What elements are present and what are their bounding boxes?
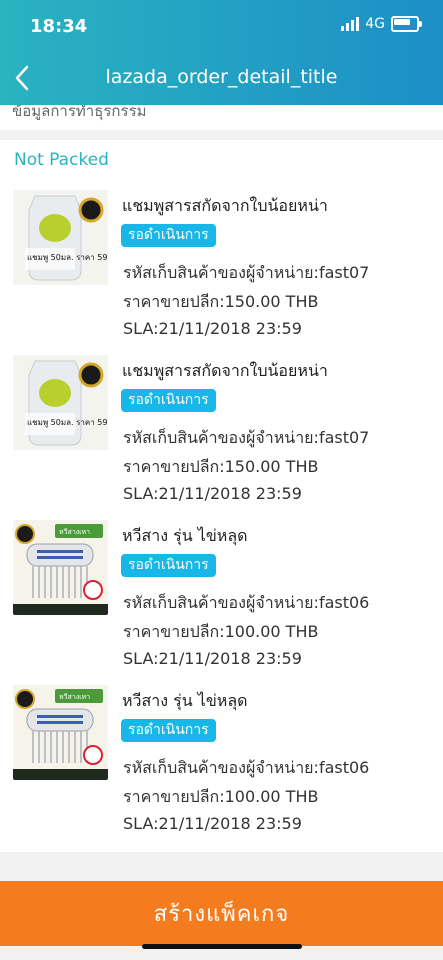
item-title: หวีสาง รุ่น ไข่หลุด — [122, 526, 248, 545]
item-title: แชมพูสารสกัดจากใบน้อยหน่า — [122, 361, 328, 380]
seller-sku: รหัสเก็บสินค้าของผู้จำหน่าย:fast06 — [123, 593, 370, 612]
status-badge: รอดำเนินการ — [121, 554, 216, 577]
status-badge: รอดำเนินการ — [121, 389, 216, 412]
order-item[interactable]: แชมพู 50มล. ราคา 59.- แชมพูสารสกัดจากใบน… — [0, 355, 443, 520]
sla-date: SLA:21/11/2018 23:59 — [123, 484, 302, 503]
transaction-info-label: ข้อมูลการทำธุรกรรม — [12, 105, 147, 120]
product-thumbnail: หวีสางเหา — [13, 520, 108, 615]
order-item[interactable]: หวีสางเหา หวีสาง รุ่น ไข่หลุด รอดำเนินกา… — [0, 520, 443, 685]
seller-sku: รหัสเก็บสินค้าของผู้จำหน่าย:fast07 — [123, 263, 370, 282]
svg-text:แชมพู 50มล. ราคา 59.-: แชมพู 50มล. ราคา 59.- — [27, 418, 108, 428]
retail-price: ราคาขายปลีก:150.00 THB — [123, 457, 319, 476]
create-package-label: สร้างแพ็คเกจ — [153, 902, 290, 927]
lice-comb-image: หวีสางเหา — [13, 520, 108, 615]
seller-sku: รหัสเก็บสินค้าของผู้จำหน่าย:fast06 — [123, 758, 370, 777]
status-badge: รอดำเนินการ — [121, 224, 216, 247]
product-thumbnail: หวีสางเหา — [13, 685, 108, 780]
seller-sku: รหัสเก็บสินค้าของผู้จำหน่าย:fast07 — [123, 428, 370, 447]
product-thumbnail: แชมพู 50มล. ราคา 59.- — [13, 355, 108, 450]
top-bar: 18:34 4G lazada_order_detail_title — [0, 0, 443, 105]
retail-price: ราคาขายปลีก:100.00 THB — [123, 787, 319, 806]
sla-date: SLA:21/11/2018 23:59 — [123, 814, 302, 833]
transaction-info-strip: ข้อมูลการทำธุรกรรม — [0, 105, 443, 130]
order-items-card: Not Packed แชมพู 50มล. ราคา 59.- แชมพูสา… — [0, 140, 443, 852]
lice-comb-image: หวีสางเหา — [13, 685, 108, 780]
shampoo-image: แชมพู 50มล. ราคา 59.- — [13, 190, 108, 285]
signal-icon — [341, 17, 360, 31]
status-indicators: 4G — [341, 16, 422, 32]
svg-text:หวีสางเหา: หวีสางเหา — [59, 693, 90, 701]
item-title: หวีสาง รุ่น ไข่หลุด — [122, 691, 248, 710]
product-thumbnail: แชมพู 50มล. ราคา 59.- — [13, 190, 108, 285]
svg-text:หวีสางเหา: หวีสางเหา — [59, 528, 90, 536]
network-label: 4G — [365, 16, 385, 32]
home-indicator — [142, 944, 302, 949]
status-badge: รอดำเนินการ — [121, 719, 216, 742]
order-item[interactable]: หวีสางเหา หวีสาง รุ่น ไข่หลุด รอดำเนินกา… — [0, 685, 443, 850]
retail-price: ราคาขายปลีก:150.00 THB — [123, 292, 319, 311]
sla-date: SLA:21/11/2018 23:59 — [123, 319, 302, 338]
sla-date: SLA:21/11/2018 23:59 — [123, 649, 302, 668]
retail-price: ราคาขายปลีก:100.00 THB — [123, 622, 319, 641]
section-status-label: Not Packed — [14, 150, 109, 170]
svg-text:แชมพู 50มล. ราคา 59.-: แชมพู 50มล. ราคา 59.- — [27, 253, 108, 263]
create-package-button[interactable]: สร้างแพ็คเกจ — [0, 881, 443, 946]
item-title: แชมพูสารสกัดจากใบน้อยหน่า — [122, 196, 328, 215]
status-time: 18:34 — [30, 16, 88, 37]
shampoo-image: แชมพู 50มล. ราคา 59.- — [13, 355, 108, 450]
order-item[interactable]: แชมพู 50มล. ราคา 59.- แชมพูสารสกัดจากใบน… — [0, 190, 443, 355]
battery-icon — [391, 16, 422, 32]
page-title: lazada_order_detail_title — [105, 66, 338, 88]
